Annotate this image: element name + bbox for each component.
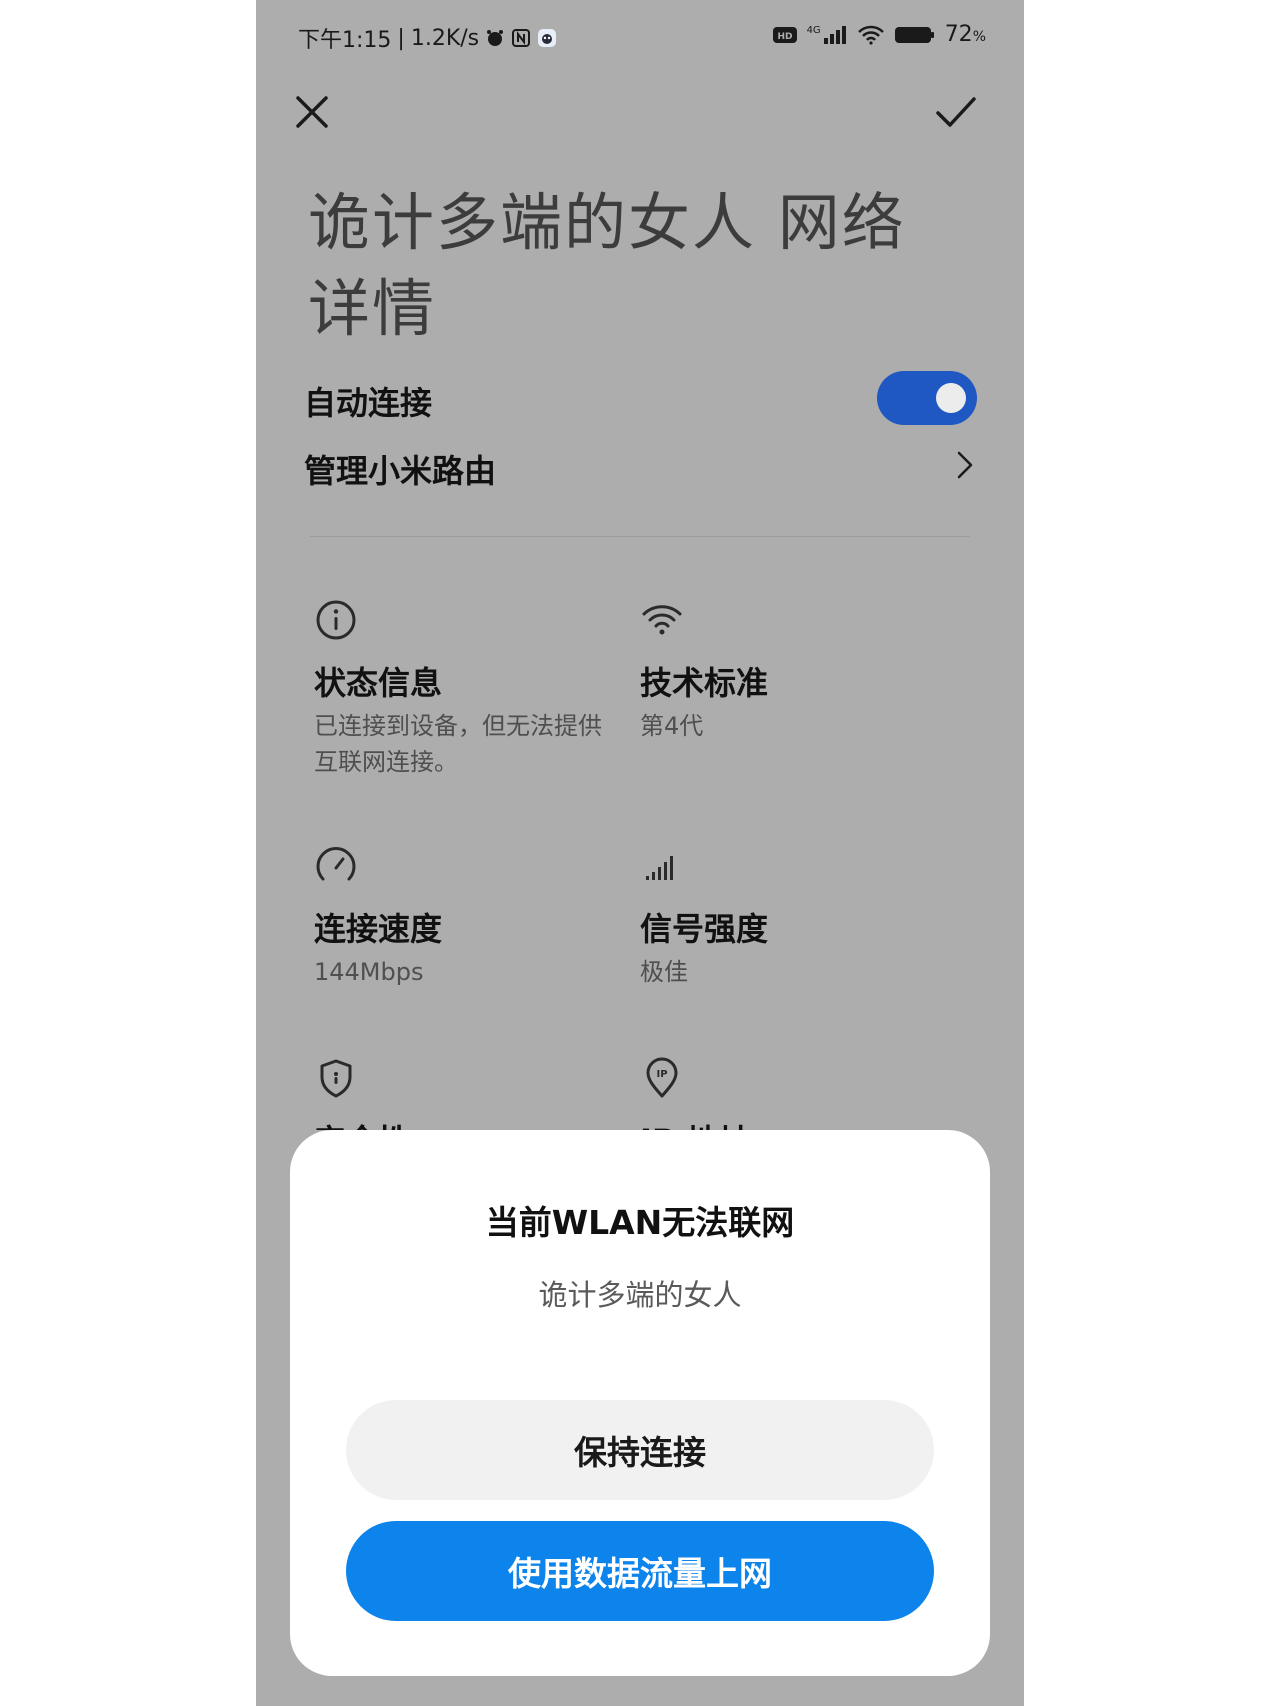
auto-connect-toggle[interactable] — [877, 371, 977, 425]
speed-icon — [316, 847, 356, 881]
status-net-speed: 1.2K/s — [410, 25, 480, 51]
status-right: HD 4G 72% — [772, 22, 986, 47]
detail-title: 信号强度 — [640, 910, 769, 948]
detail-title: IP 地址 — [640, 1116, 751, 1130]
ip-pin-icon: IP — [646, 1057, 678, 1098]
page-title: 诡计多端的女人 网络详情 — [308, 186, 906, 345]
detail-value: 已连接到设备，但无法提供互联网连接。 — [314, 712, 602, 776]
detail-security: 安全性 — [314, 1056, 614, 1130]
svg-text:IP: IP — [656, 1069, 667, 1080]
detail-signal-strength: 信号强度 极佳 — [640, 844, 940, 1004]
auto-connect-label: 自动连接 — [304, 384, 433, 422]
cellular-signal-icon: 4G — [806, 24, 847, 44]
cell-bars-icon — [823, 25, 846, 44]
detail-value: 第4代 — [640, 712, 704, 740]
keep-connection-button[interactable]: 保持连接 — [346, 1400, 934, 1500]
alarm-icon — [487, 30, 504, 46]
hd-icon: HD — [772, 26, 797, 43]
signal-icon — [646, 856, 673, 880]
detail-tech-standard: 技术标准 第4代 — [640, 598, 940, 778]
chevron-right-icon[interactable] — [954, 449, 976, 481]
detail-title: 状态信息 — [314, 664, 443, 702]
status-left: 下午1:15 | 1.2K/s — [298, 22, 557, 54]
network-type: 4G — [806, 24, 821, 36]
detail-value: 极佳 — [640, 958, 688, 986]
battery-percent: 72 — [944, 22, 973, 47]
nfc-icon — [512, 29, 531, 47]
detail-link-speed: 连接速度 144Mbps — [314, 844, 614, 1004]
divider — [310, 536, 970, 537]
shield-icon — [320, 1059, 352, 1098]
battery-unit: % — [972, 29, 986, 45]
detail-value: 144Mbps — [314, 958, 424, 986]
detail-ip-address: IP IP 地址 — [640, 1056, 940, 1130]
no-internet-dialog: 当前WLAN无法联网 诡计多端的女人 保持连接 使用数据流量上网 — [290, 1130, 990, 1676]
wifi-icon — [642, 605, 682, 635]
info-icon — [316, 600, 356, 640]
close-icon[interactable] — [288, 88, 336, 136]
detail-title: 连接速度 — [314, 910, 443, 948]
battery-icon — [894, 26, 934, 43]
detail-title: 技术标准 — [640, 664, 769, 702]
detail-status-info: 状态信息 已连接到设备，但无法提供互联网连接。 — [314, 598, 614, 778]
use-mobile-data-button[interactable]: 使用数据流量上网 — [346, 1521, 934, 1621]
hd-badge-text: HD — [777, 32, 792, 42]
detail-title: 安全性 — [314, 1116, 410, 1130]
status-time: 下午1:15 — [298, 28, 392, 53]
dialog-network-name: 诡计多端的女人 — [538, 1278, 742, 1312]
battery-level: 72% — [945, 22, 986, 47]
status-separator: | — [397, 25, 405, 51]
toggle-knob — [936, 383, 966, 413]
wifi-status-icon — [857, 25, 884, 45]
phone-screen: 下午1:15 | 1.2K/s HD 4G 72% 诡计多端的女人 网络详情 自… — [256, 0, 1024, 1706]
app-notification-icon — [538, 29, 557, 47]
dialog-title: 当前WLAN无法联网 — [485, 1203, 795, 1242]
manage-router-label[interactable]: 管理小米路由 — [304, 446, 496, 492]
status-bar: 下午1:15 | 1.2K/s HD 4G 72% — [256, 0, 1024, 72]
check-icon[interactable] — [932, 88, 980, 136]
